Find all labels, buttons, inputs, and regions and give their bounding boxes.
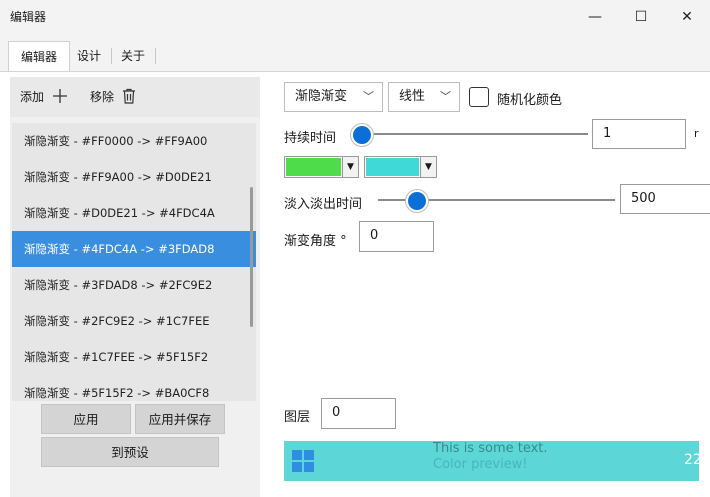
- duration-unit-label: r: [694, 127, 699, 140]
- preset-panel: 添加 移除 渐隐渐变 - #FF0000 -> #FF9A00 渐隐渐变 - #…: [10, 77, 260, 497]
- preview-clock-text: 22: [684, 452, 699, 468]
- duration-slider-track[interactable]: [358, 133, 588, 135]
- window-title: 编辑器: [10, 10, 47, 24]
- to-preset-button[interactable]: 到预设: [41, 437, 219, 467]
- effect-combo[interactable]: 渐隐渐变 ﹀: [284, 82, 383, 112]
- list-item[interactable]: 渐隐渐变 - #FF0000 -> #FF9A00: [12, 123, 256, 159]
- list-item[interactable]: 渐隐渐变 - #FF9A00 -> #D0DE21: [12, 159, 256, 195]
- windows-logo-icon: [292, 450, 314, 472]
- list-item[interactable]: 渐隐渐变 - #D0DE21 -> #4FDC4A: [12, 195, 256, 231]
- fade-slider-thumb[interactable]: [405, 190, 428, 212]
- list-item-selected[interactable]: 渐隐渐变 - #4FDC4A -> #3FDAD8: [12, 231, 256, 267]
- title-bar: 编辑器 — ☐ ✕: [0, 0, 710, 34]
- list-item[interactable]: 渐隐渐变 - #1C7FEE -> #5F15F2: [12, 339, 256, 375]
- gradient-list[interactable]: 渐隐渐变 - #FF0000 -> #FF9A00 渐隐渐变 - #FF9A00…: [12, 123, 256, 401]
- tab-divider: [111, 48, 112, 64]
- duration-input[interactable]: 1: [592, 119, 686, 149]
- maximize-button[interactable]: ☐: [618, 0, 664, 34]
- list-scrollbar[interactable]: [250, 187, 253, 327]
- chevron-down-icon: ﹀: [363, 90, 374, 103]
- list-toolbar: 添加 移除: [10, 77, 260, 117]
- angle-input[interactable]: 0: [359, 221, 434, 252]
- tab-bar: 编辑器 设计 关于: [0, 34, 710, 72]
- preview-text-line1: This is some text.: [433, 441, 548, 456]
- layer-input[interactable]: 0: [321, 398, 396, 429]
- editor-page: 添加 移除 渐隐渐变 - #FF0000 -> #FF9A00 渐隐渐变 - #…: [0, 71, 710, 497]
- randomize-label: 随机化颜色: [497, 93, 563, 108]
- dropdown-arrow-icon: ▼: [420, 157, 436, 177]
- color1-picker[interactable]: ▼: [284, 156, 359, 178]
- close-icon: ✕: [681, 9, 693, 25]
- color1-swatch: [286, 158, 341, 176]
- maximize-icon: ☐: [634, 9, 648, 25]
- list-item[interactable]: 渐隐渐变 - #3FDAD8 -> #2FC9E2: [12, 267, 256, 303]
- duration-label: 持续时间: [284, 131, 337, 146]
- randomize-checkbox[interactable]: [469, 87, 489, 107]
- list-item[interactable]: 渐隐渐变 - #2FC9E2 -> #1C7FEE: [12, 303, 256, 339]
- angle-label: 渐变角度 °: [284, 234, 347, 249]
- preview-text-line2: Color preview!: [433, 457, 528, 472]
- minimize-button[interactable]: —: [572, 0, 618, 34]
- color2-picker[interactable]: ▼: [364, 156, 437, 178]
- color2-swatch: [366, 158, 419, 176]
- tab-about[interactable]: 关于: [114, 41, 152, 71]
- mode-combo[interactable]: 线性 ﹀: [388, 82, 460, 112]
- tab-design[interactable]: 设计: [70, 41, 108, 71]
- add-label: 添加: [20, 90, 45, 104]
- close-button[interactable]: ✕: [664, 0, 710, 34]
- effect-combo-value: 渐隐渐变: [295, 89, 348, 104]
- add-button[interactable]: 添加: [20, 88, 68, 105]
- chevron-down-icon: ﹀: [440, 90, 451, 103]
- remove-label: 移除: [90, 90, 115, 104]
- effect-editor: 渐隐渐变 ﹀ 线性 ﹀ 随机化颜色 持续时间 1 r ▼ ▼ 淡入淡出时间 50…: [273, 72, 710, 497]
- minimize-icon: —: [588, 9, 602, 25]
- dropdown-arrow-icon: ▼: [342, 157, 358, 177]
- plus-icon: [52, 89, 67, 103]
- duration-slider-thumb[interactable]: [351, 124, 373, 146]
- list-item[interactable]: 渐隐渐变 - #5F15F2 -> #BA0CF8: [12, 375, 256, 401]
- mode-combo-value: 线性: [399, 89, 426, 104]
- fade-time-label: 淡入淡出时间: [284, 197, 363, 212]
- tab-divider: [155, 48, 156, 64]
- apply-button[interactable]: 应用: [41, 404, 131, 434]
- trash-icon: [122, 88, 135, 104]
- layer-label: 图层: [284, 410, 311, 425]
- fade-time-input[interactable]: 500: [620, 184, 710, 214]
- color-preview: This is some text. Color preview! 22: [284, 441, 699, 481]
- remove-button[interactable]: 移除: [90, 88, 136, 105]
- tab-editor[interactable]: 编辑器: [8, 41, 70, 72]
- apply-save-button[interactable]: 应用并保存: [135, 404, 225, 434]
